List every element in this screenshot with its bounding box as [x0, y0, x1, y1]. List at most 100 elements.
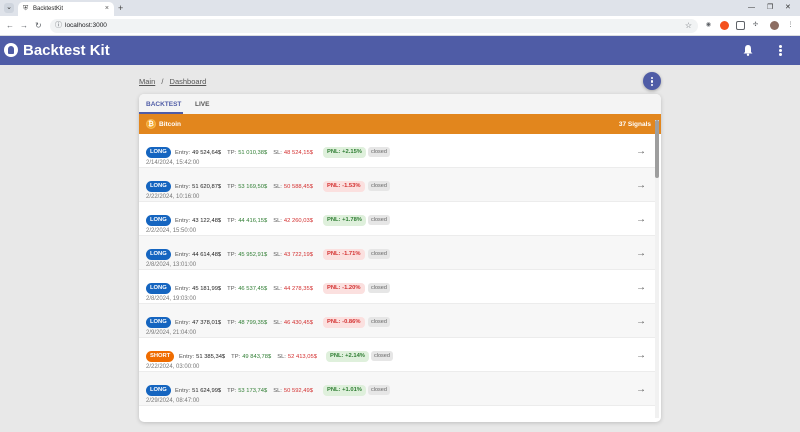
- tp-value: 48 799,35$: [238, 320, 268, 326]
- side-chip: LONG: [146, 385, 171, 396]
- pnl-badge: PNL: +2.14%: [326, 351, 369, 362]
- tp-value: 53 169,50$: [238, 184, 268, 190]
- signal-details: Entry: 43 122,48$ TP: 44 416,15$ SL: 42 260,0…: [175, 217, 313, 225]
- close-window-button[interactable]: ✕: [785, 2, 791, 14]
- app-bar: Backtest Kit: [0, 36, 800, 65]
- tp-label: TP:: [227, 252, 237, 258]
- pnl-badge: PNL: -1.53%: [323, 181, 365, 192]
- tp-label: TP:: [227, 150, 237, 156]
- list-scrollbar[interactable]: [655, 120, 659, 418]
- box-extension-icon[interactable]: [736, 21, 745, 30]
- signal-date: 2/8/2024, 19:03:00: [146, 296, 197, 302]
- tp-label: TP:: [227, 388, 237, 394]
- new-tab-button[interactable]: +: [118, 2, 123, 14]
- mode-tabs: BACKTEST LIVE: [139, 94, 661, 114]
- breadcrumb-main[interactable]: Main: [139, 77, 155, 86]
- breadcrumb-dashboard[interactable]: Dashboard: [170, 77, 207, 86]
- signal-row[interactable]: LONG Entry: 51 624,99$ TP: 53 173,74$ SL: 50 5…: [139, 372, 655, 406]
- color-extension-icon[interactable]: [720, 21, 729, 30]
- tp-value: 53 173,74$: [238, 388, 268, 394]
- side-chip: LONG: [146, 249, 171, 260]
- entry-label: Entry:: [175, 184, 191, 190]
- browser-menu-icon[interactable]: ⋮: [786, 21, 795, 30]
- asset-name: Bitcoin: [159, 121, 182, 128]
- side-chip: SHORT: [146, 351, 175, 362]
- signal-row[interactable]: LONG Entry: 47 378,01$ TP: 48 799,35$ SL: 46 4…: [139, 304, 655, 338]
- forward-icon[interactable]: →: [20, 20, 28, 32]
- signal-row[interactable]: LONG Entry: 51 620,87$ TP: 53 169,50$ SL: 50 5…: [139, 168, 655, 202]
- tab-search-chevron-icon[interactable]: ⌄: [4, 3, 14, 13]
- signal-details: Entry: 51 385,34$ TP: 49 843,78$ SL: 52 413,0…: [179, 353, 317, 361]
- signals-card: BACKTEST LIVE ₿ Bitcoin 37 Signals LONG E…: [139, 94, 661, 422]
- more-menu-icon[interactable]: [778, 44, 784, 56]
- browser-tab-title: BacktestKit: [33, 6, 64, 12]
- signal-details: Entry: 51 624,99$ TP: 53 173,74$ SL: 50 592,4…: [175, 387, 313, 395]
- open-signal-arrow-icon[interactable]: →: [636, 317, 646, 327]
- list-scroll-thumb[interactable]: [655, 120, 659, 178]
- sl-label: SL:: [273, 150, 282, 156]
- signal-date: 2/22/2024, 10:16:00: [146, 194, 200, 200]
- puzzle-extensions-icon[interactable]: ✣: [751, 21, 760, 30]
- profile-avatar[interactable]: [770, 21, 779, 30]
- back-icon[interactable]: ←: [6, 20, 14, 32]
- entry-value: 51 620,87$: [192, 184, 222, 190]
- signal-row[interactable]: LONG Entry: 43 122,48$ TP: 44 416,15$ SL: 42 2…: [139, 202, 655, 236]
- entry-label: Entry:: [179, 354, 195, 360]
- tab-backtest[interactable]: BACKTEST: [146, 100, 181, 109]
- sl-label: SL:: [273, 252, 282, 258]
- signal-date: 2/14/2024, 15:42:00: [146, 160, 200, 166]
- signal-date: 2/22/2024, 03:00:00: [146, 364, 200, 370]
- bitcoin-icon: ₿: [146, 119, 156, 129]
- browser-tab[interactable]: ⛨ BacktestKit ×: [18, 2, 114, 16]
- entry-value: 49 524,64$: [192, 150, 222, 156]
- signal-row[interactable]: LONG Entry: 45 181,99$ TP: 46 537,45$ SL: 44 2…: [139, 270, 655, 304]
- minimize-window-button[interactable]: —: [748, 2, 755, 14]
- open-signal-arrow-icon[interactable]: →: [636, 215, 646, 225]
- status-badge: closed: [368, 385, 390, 395]
- asset-header: ₿ Bitcoin 37 Signals: [139, 114, 661, 134]
- entry-value: 44 614,48$: [192, 252, 222, 258]
- actions-fab-button[interactable]: [643, 72, 661, 90]
- open-signal-arrow-icon[interactable]: →: [636, 249, 646, 259]
- status-badge: closed: [371, 351, 393, 361]
- browser-toolbar: ← → ↻ ⓘ localhost:3000 ☆ ◉ ✣ ⋮: [0, 16, 800, 36]
- tp-label: TP:: [231, 354, 241, 360]
- url-text[interactable]: localhost:3000: [65, 21, 107, 31]
- signal-row[interactable]: SHORT Entry: 51 385,34$ TP: 49 843,78$ SL: 52 …: [139, 338, 655, 372]
- sl-label: SL:: [273, 184, 282, 190]
- signal-row[interactable]: LONG Entry: 44 614,48$ TP: 45 952,91$ SL: 43 7…: [139, 236, 655, 270]
- entry-label: Entry:: [175, 320, 191, 326]
- tab-live[interactable]: LIVE: [195, 100, 209, 109]
- signal-details: Entry: 51 620,87$ TP: 53 169,50$ SL: 50 588,4…: [175, 183, 313, 191]
- reload-icon[interactable]: ↻: [35, 20, 42, 32]
- open-signal-arrow-icon[interactable]: →: [636, 181, 646, 191]
- signal-row[interactable]: LONG Entry: 49 524,64$ TP: 51 010,38$ SL: 48 5…: [139, 134, 655, 168]
- site-info-icon[interactable]: ⓘ: [55, 21, 62, 31]
- pnl-badge: PNL: -1.20%: [323, 283, 365, 294]
- bell-icon[interactable]: [743, 44, 753, 56]
- pnl-badge: PNL: -0.86%: [323, 317, 365, 328]
- entry-value: 43 122,48$: [192, 218, 222, 224]
- restore-window-button[interactable]: ❐: [767, 2, 773, 14]
- open-signal-arrow-icon[interactable]: →: [636, 283, 646, 293]
- open-signal-arrow-icon[interactable]: →: [636, 351, 646, 361]
- sl-label: SL:: [273, 286, 282, 292]
- side-chip: LONG: [146, 181, 171, 192]
- tp-value: 46 537,45$: [238, 286, 268, 292]
- camera-extension-icon[interactable]: ◉: [704, 21, 713, 30]
- address-bar[interactable]: ⓘ localhost:3000 ☆: [50, 19, 698, 33]
- tp-label: TP:: [227, 286, 237, 292]
- sl-value: 48 524,15$: [283, 150, 313, 156]
- open-signal-arrow-icon[interactable]: →: [636, 385, 646, 395]
- signal-date: 2/2/2024, 15:50:00: [146, 228, 197, 234]
- close-tab-icon[interactable]: ×: [105, 4, 109, 14]
- sl-label: SL:: [277, 354, 286, 360]
- open-signal-arrow-icon[interactable]: →: [636, 147, 646, 157]
- entry-label: Entry:: [175, 218, 191, 224]
- bookmark-star-icon[interactable]: ☆: [685, 20, 692, 32]
- breadcrumb-separator: /: [161, 77, 164, 86]
- entry-label: Entry:: [175, 150, 191, 156]
- pnl-badge: PNL: +1.78%: [323, 215, 366, 226]
- signal-date: 2/8/2024, 13:01:00: [146, 262, 197, 268]
- pnl-badge: PNL: +2.15%: [323, 147, 366, 158]
